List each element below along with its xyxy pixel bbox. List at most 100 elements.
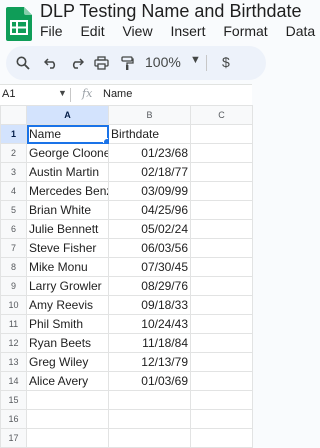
cell-empty[interactable] [190, 124, 253, 144]
row-header[interactable]: 7 [0, 238, 27, 258]
cell-name[interactable] [26, 390, 109, 410]
cell-birthdate[interactable]: 06/03/56 [108, 238, 191, 258]
name-box[interactable]: A1 [2, 88, 15, 100]
table-row: 15 [0, 390, 253, 410]
row-header[interactable]: 12 [0, 333, 27, 353]
cell-empty[interactable] [190, 390, 253, 410]
fill-handle[interactable] [103, 138, 108, 143]
select-all-corner[interactable] [0, 105, 27, 125]
undo-icon[interactable] [42, 54, 60, 72]
cell-empty[interactable] [190, 143, 253, 163]
cell-birthdate[interactable]: 04/25/96 [108, 200, 191, 220]
row-header[interactable]: 11 [0, 314, 27, 334]
cell-name[interactable]: Ryan Beets [26, 333, 109, 353]
chevron-down-icon[interactable]: ▼ [58, 88, 67, 98]
cell-empty[interactable] [190, 200, 253, 220]
grid-body: 1 Name Birthdate 2 George Clooney 01/23/68 3 Au… [0, 124, 253, 448]
chevron-down-icon[interactable]: ▼ [190, 54, 201, 66]
toolbar-divider [206, 55, 207, 71]
cell-name[interactable]: Julie Bennett [26, 219, 109, 239]
cell-name[interactable]: Larry Growler [26, 276, 109, 296]
row-header[interactable]: 14 [0, 371, 27, 391]
toolbar: 100% ▼ $ [6, 46, 266, 80]
cell-name[interactable] [26, 409, 109, 429]
cell-empty[interactable] [190, 162, 253, 182]
row-header[interactable]: 5 [0, 200, 27, 220]
cell-name[interactable]: Brian White [26, 200, 109, 220]
cell-name[interactable]: Phil Smith [26, 314, 109, 334]
cell-birthdate[interactable]: 05/02/24 [108, 219, 191, 239]
cell-birthdate[interactable] [108, 428, 191, 448]
print-icon[interactable] [92, 54, 110, 72]
row-header[interactable]: 13 [0, 352, 27, 372]
cell-empty[interactable] [190, 333, 253, 353]
row-header[interactable]: 17 [0, 428, 27, 448]
paint-format-icon[interactable] [118, 54, 136, 72]
column-header-a[interactable]: A [26, 105, 109, 125]
column-header-b[interactable]: B [108, 105, 191, 125]
cell-birthdate[interactable] [108, 390, 191, 410]
cell-name[interactable]: Steve Fisher [26, 238, 109, 258]
cell-empty[interactable] [190, 428, 253, 448]
column-header-c[interactable]: C [190, 105, 253, 125]
row-header[interactable]: 16 [0, 409, 27, 429]
currency-format-button[interactable]: $ [222, 54, 230, 70]
cell-name[interactable]: Mike Monu [26, 257, 109, 277]
cell-name[interactable]: Mercedes Benz [26, 181, 109, 201]
cell-birthdate[interactable]: 01/03/69 [108, 371, 191, 391]
row-header[interactable]: 3 [0, 162, 27, 182]
cell-birthdate[interactable]: 08/29/76 [108, 276, 191, 296]
cell-birthdate[interactable] [108, 409, 191, 429]
title-bar: DLP Testing Name and Birthdate File Edit… [0, 0, 315, 50]
cell-birthdate[interactable]: 01/23/68 [108, 143, 191, 163]
cell-empty[interactable] [190, 409, 253, 429]
cell-birthdate[interactable]: 02/18/77 [108, 162, 191, 182]
document-title[interactable]: DLP Testing Name and Birthdate [40, 1, 302, 22]
sheets-logo-icon[interactable] [6, 7, 32, 41]
cell-empty[interactable] [190, 276, 253, 296]
cell-empty[interactable] [190, 295, 253, 315]
cell-empty[interactable] [190, 314, 253, 334]
cell-empty[interactable] [190, 219, 253, 239]
menu-format[interactable]: Format [223, 23, 267, 39]
cell-empty[interactable] [190, 257, 253, 277]
cell-birthdate[interactable]: 03/09/99 [108, 181, 191, 201]
cell-birthdate[interactable]: 10/24/43 [108, 314, 191, 334]
row-header[interactable]: 10 [0, 295, 27, 315]
row-header[interactable]: 9 [0, 276, 27, 296]
cell-birthdate[interactable]: 12/13/79 [108, 352, 191, 372]
cell-birthdate[interactable]: Birthdate [108, 124, 191, 144]
cell-birthdate[interactable]: 11/18/84 [108, 333, 191, 353]
cell-empty[interactable] [190, 238, 253, 258]
menu-data[interactable]: Data [286, 23, 316, 39]
row-header[interactable]: 1 [0, 124, 27, 144]
cell-birthdate[interactable]: 09/18/33 [108, 295, 191, 315]
menu-file[interactable]: File [40, 23, 63, 39]
search-icon[interactable] [14, 54, 32, 72]
cell-empty[interactable] [190, 352, 253, 372]
zoom-select[interactable]: 100% [145, 54, 181, 70]
cell-name[interactable] [26, 428, 109, 448]
row-header[interactable]: 2 [0, 143, 27, 163]
menu-edit[interactable]: Edit [80, 23, 104, 39]
menu-insert[interactable]: Insert [170, 23, 205, 39]
cell-name[interactable]: Greg Wiley [26, 352, 109, 372]
row-header[interactable]: 6 [0, 219, 27, 239]
cell-name[interactable]: Name [26, 124, 109, 144]
row-header[interactable]: 15 [0, 390, 27, 410]
redo-icon[interactable] [68, 54, 86, 72]
cell-name[interactable]: Amy Reevis [26, 295, 109, 315]
formula-divider [70, 88, 71, 102]
formula-bar: A1 ▼ fx Name [0, 84, 252, 106]
cell-name[interactable]: Austin Martin [26, 162, 109, 182]
row-header[interactable]: 8 [0, 257, 27, 277]
cell-name[interactable]: George Clooney [26, 143, 109, 163]
cell-empty[interactable] [190, 181, 253, 201]
menu-view[interactable]: View [122, 23, 152, 39]
row-header[interactable]: 4 [0, 181, 27, 201]
cell-name[interactable]: Alice Avery [26, 371, 109, 391]
formula-input[interactable]: Name [103, 88, 132, 100]
table-row: 16 [0, 409, 253, 429]
cell-birthdate[interactable]: 07/30/45 [108, 257, 191, 277]
cell-empty[interactable] [190, 371, 253, 391]
